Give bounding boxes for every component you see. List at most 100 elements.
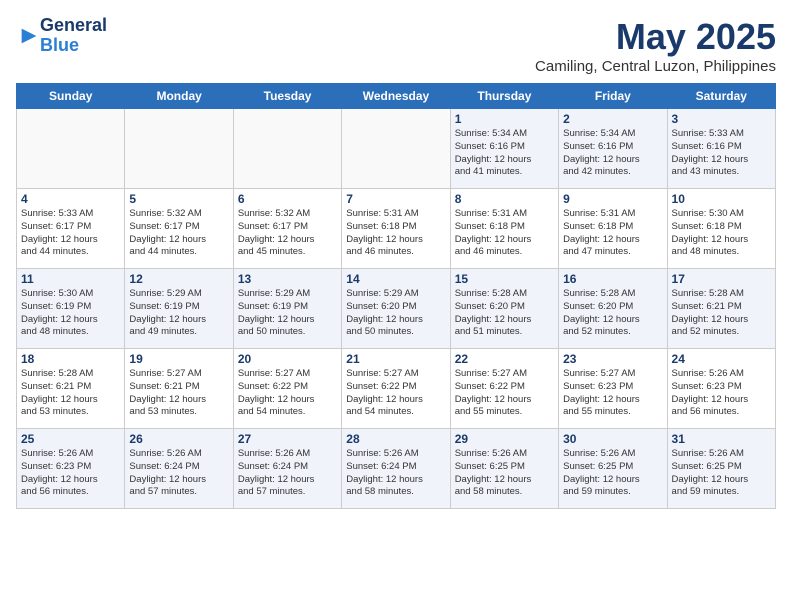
weekday-header: Saturday xyxy=(667,84,775,109)
day-info: Sunrise: 5:33 AMSunset: 6:17 PMDaylight:… xyxy=(21,208,120,259)
day-number: 8 xyxy=(455,192,554,206)
day-number: 19 xyxy=(129,352,228,366)
day-info: Sunrise: 5:27 AMSunset: 6:22 PMDaylight:… xyxy=(346,368,445,419)
calendar-cell: 11 Sunrise: 5:30 AMSunset: 6:19 PMDayligh… xyxy=(17,269,125,349)
day-info: Sunrise: 5:27 AMSunset: 6:21 PMDaylight:… xyxy=(129,368,228,419)
calendar-week-row: 1Sunrise: 5:34 AMSunset: 6:16 PMDaylight… xyxy=(17,109,776,189)
calendar-cell: 1Sunrise: 5:34 AMSunset: 6:16 PMDaylight… xyxy=(450,109,558,189)
day-number: 28 xyxy=(346,432,445,446)
logo-line2: Blue xyxy=(40,35,79,55)
calendar-cell: 21Sunrise: 5:27 AMSunset: 6:22 PMDayligh… xyxy=(342,349,450,429)
day-number: 7 xyxy=(346,192,445,206)
calendar-cell xyxy=(125,109,233,189)
day-number: 13 xyxy=(238,272,337,286)
day-number: 29 xyxy=(455,432,554,446)
calendar-cell: 12Sunrise: 5:29 AMSunset: 6:19 PMDayligh… xyxy=(125,269,233,349)
calendar-cell: 23 Sunrise: 5:27 AMSunset: 6:23 PMDayligh… xyxy=(559,349,667,429)
day-info: Sunrise: 5:28 AMSunset: 6:20 PMDaylight:… xyxy=(455,288,554,339)
calendar-cell: 9Sunrise: 5:31 AMSunset: 6:18 PMDaylight… xyxy=(559,189,667,269)
calendar-cell: 26Sunrise: 5:26 AMSunset: 6:24 PMDayligh… xyxy=(125,429,233,509)
day-info: Sunrise: 5:26 AMSunset: 6:24 PMDaylight:… xyxy=(129,448,228,499)
calendar-cell: 5Sunrise: 5:32 AMSunset: 6:17 PMDaylight… xyxy=(125,189,233,269)
day-info: Sunrise: 5:26 AMSunset: 6:25 PMDaylight:… xyxy=(672,448,771,499)
day-info: Sunrise: 5:27 AMSunset: 6:23 PMDaylight:… xyxy=(563,368,662,419)
day-number: 27 xyxy=(238,432,337,446)
day-number: 6 xyxy=(238,192,337,206)
day-number: 16 xyxy=(563,272,662,286)
day-info: Sunrise: 5:26 AMSunset: 6:25 PMDaylight:… xyxy=(455,448,554,499)
calendar-cell: 22Sunrise: 5:27 AMSunset: 6:22 PMDayligh… xyxy=(450,349,558,429)
calendar-cell: 24 Sunrise: 5:26 AMSunset: 6:23 PMDayligh… xyxy=(667,349,775,429)
day-number: 18 xyxy=(21,352,120,366)
weekday-header: Wednesday xyxy=(342,84,450,109)
day-info: Sunrise: 5:26 AMSunset: 6:24 PMDaylight:… xyxy=(238,448,337,499)
day-info: Sunrise: 5:26 AMSunset: 6:25 PMDaylight:… xyxy=(563,448,662,499)
title-area: May 2025 Camiling, Central Luzon, Philip… xyxy=(535,16,776,75)
calendar-title: May 2025 xyxy=(535,16,776,58)
day-number: 30 xyxy=(563,432,662,446)
calendar-cell: 30 Sunrise: 5:26 AMSunset: 6:25 PMDayligh… xyxy=(559,429,667,509)
day-info: Sunrise: 5:27 AMSunset: 6:22 PMDaylight:… xyxy=(455,368,554,419)
day-number: 9 xyxy=(563,192,662,206)
calendar-cell: 17 Sunrise: 5:28 AMSunset: 6:21 PMDayligh… xyxy=(667,269,775,349)
calendar-cell: 4Sunrise: 5:33 AMSunset: 6:17 PMDaylight… xyxy=(17,189,125,269)
day-info: Sunrise: 5:31 AMSunset: 6:18 PMDaylight:… xyxy=(346,208,445,259)
day-info: Sunrise: 5:30 AMSunset: 6:18 PMDaylight:… xyxy=(672,208,771,259)
day-info: Sunrise: 5:28 AMSunset: 6:20 PMDaylight:… xyxy=(563,288,662,339)
weekday-header: Monday xyxy=(125,84,233,109)
day-info: Sunrise: 5:28 AMSunset: 6:21 PMDaylight:… xyxy=(21,368,120,419)
day-info: Sunrise: 5:30 AMSunset: 6:19 PMDaylight:… xyxy=(21,288,120,339)
calendar-cell: 20 Sunrise: 5:27 AMSunset: 6:22 PMDayligh… xyxy=(233,349,341,429)
day-info: Sunrise: 5:26 AMSunset: 6:23 PMDaylight:… xyxy=(672,368,771,419)
day-number: 11 xyxy=(21,272,120,286)
calendar-cell: 8 Sunrise: 5:31 AMSunset: 6:18 PMDaylight… xyxy=(450,189,558,269)
day-number: 25 xyxy=(21,432,120,446)
day-number: 10 xyxy=(672,192,771,206)
calendar-table: SundayMondayTuesdayWednesdayThursdayFrid… xyxy=(16,83,776,509)
calendar-cell xyxy=(233,109,341,189)
day-number: 14 xyxy=(346,272,445,286)
day-info: Sunrise: 5:32 AMSunset: 6:17 PMDaylight:… xyxy=(238,208,337,259)
weekday-row: SundayMondayTuesdayWednesdayThursdayFrid… xyxy=(17,84,776,109)
calendar-cell: 13Sunrise: 5:29 AMSunset: 6:19 PMDayligh… xyxy=(233,269,341,349)
day-info: Sunrise: 5:26 AMSunset: 6:23 PMDaylight:… xyxy=(21,448,120,499)
calendar-cell: 31 Sunrise: 5:26 AMSunset: 6:25 PMDayligh… xyxy=(667,429,775,509)
calendar-body: 1Sunrise: 5:34 AMSunset: 6:16 PMDaylight… xyxy=(17,109,776,509)
weekday-header: Thursday xyxy=(450,84,558,109)
calendar-cell: 27 Sunrise: 5:26 AMSunset: 6:24 PMDayligh… xyxy=(233,429,341,509)
logo-icon xyxy=(18,25,40,47)
calendar-header: SundayMondayTuesdayWednesdayThursdayFrid… xyxy=(17,84,776,109)
calendar-cell: 25 Sunrise: 5:26 AMSunset: 6:23 PMDayligh… xyxy=(17,429,125,509)
calendar-cell: 14 Sunrise: 5:29 AMSunset: 6:20 PMDayligh… xyxy=(342,269,450,349)
day-number: 23 xyxy=(563,352,662,366)
day-number: 20 xyxy=(238,352,337,366)
day-info: Sunrise: 5:29 AMSunset: 6:20 PMDaylight:… xyxy=(346,288,445,339)
day-info: Sunrise: 5:27 AMSunset: 6:22 PMDaylight:… xyxy=(238,368,337,419)
calendar-cell: 18 Sunrise: 5:28 AMSunset: 6:21 PMDayligh… xyxy=(17,349,125,429)
calendar-cell xyxy=(342,109,450,189)
calendar-subtitle: Camiling, Central Luzon, Philippines xyxy=(535,58,776,75)
day-info: Sunrise: 5:34 AMSunset: 6:16 PMDaylight:… xyxy=(563,128,662,179)
calendar-week-row: 25 Sunrise: 5:26 AMSunset: 6:23 PMDayligh… xyxy=(17,429,776,509)
calendar-cell: 29 Sunrise: 5:26 AMSunset: 6:25 PMDayligh… xyxy=(450,429,558,509)
day-info: Sunrise: 5:28 AMSunset: 6:21 PMDaylight:… xyxy=(672,288,771,339)
day-number: 24 xyxy=(672,352,771,366)
weekday-header: Sunday xyxy=(17,84,125,109)
day-number: 12 xyxy=(129,272,228,286)
calendar-cell: 10 Sunrise: 5:30 AMSunset: 6:18 PMDayligh… xyxy=(667,189,775,269)
calendar-cell: 6 Sunrise: 5:32 AMSunset: 6:17 PMDaylight… xyxy=(233,189,341,269)
day-info: Sunrise: 5:31 AMSunset: 6:18 PMDaylight:… xyxy=(455,208,554,259)
day-number: 17 xyxy=(672,272,771,286)
calendar-cell: 2Sunrise: 5:34 AMSunset: 6:16 PMDaylight… xyxy=(559,109,667,189)
day-info: Sunrise: 5:33 AMSunset: 6:16 PMDaylight:… xyxy=(672,128,771,179)
day-number: 31 xyxy=(672,432,771,446)
day-number: 15 xyxy=(455,272,554,286)
logo-line1: General xyxy=(40,15,107,35)
weekday-header: Friday xyxy=(559,84,667,109)
day-number: 5 xyxy=(129,192,228,206)
calendar-week-row: 4Sunrise: 5:33 AMSunset: 6:17 PMDaylight… xyxy=(17,189,776,269)
calendar-cell: 15 Sunrise: 5:28 AMSunset: 6:20 PMDayligh… xyxy=(450,269,558,349)
weekday-header: Tuesday xyxy=(233,84,341,109)
calendar-cell: 16 Sunrise: 5:28 AMSunset: 6:20 PMDayligh… xyxy=(559,269,667,349)
calendar-cell: 28Sunrise: 5:26 AMSunset: 6:24 PMDayligh… xyxy=(342,429,450,509)
